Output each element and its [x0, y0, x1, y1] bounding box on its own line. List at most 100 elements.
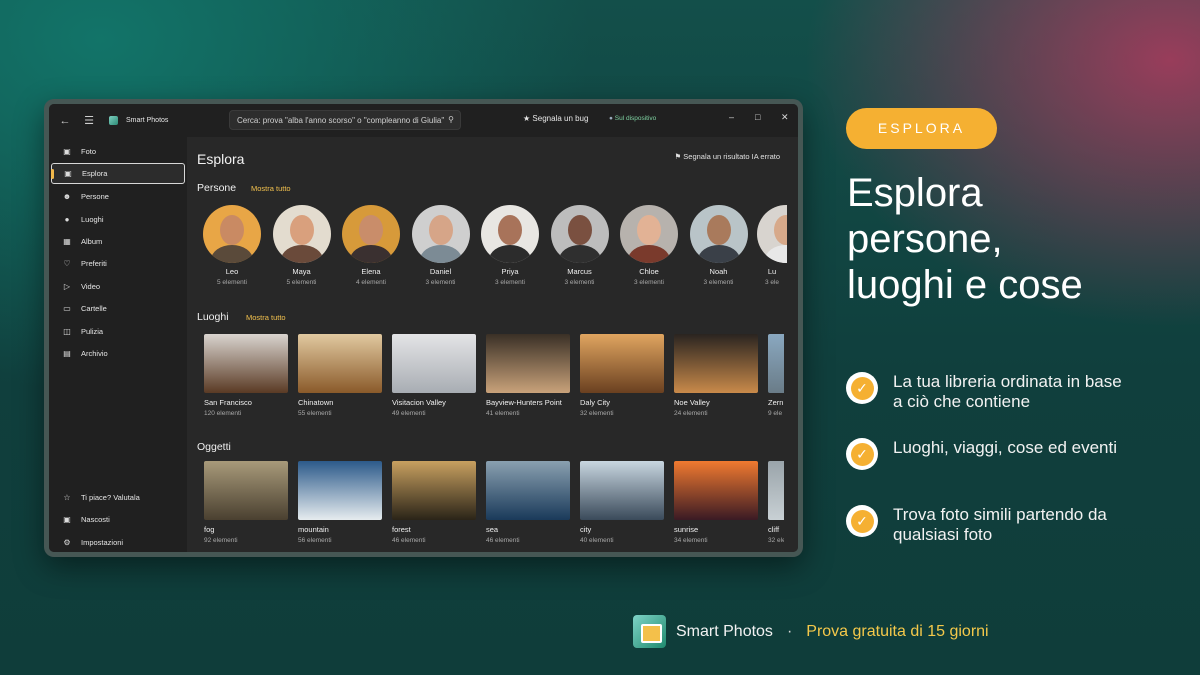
thumbnail-tile[interactable]: Visitacion Valley 49 elementi	[392, 334, 476, 417]
person-card[interactable]: Leo 5 elementi	[201, 205, 263, 286]
places-section-title: Luoghi	[197, 311, 229, 323]
tile-name: mountain	[298, 525, 329, 534]
hamburger-icon[interactable]: ☰	[77, 114, 101, 127]
thumbnail-tile[interactable]: sea 46 elementi	[486, 461, 570, 544]
person-card[interactable]: Priya 3 elementi	[479, 205, 541, 286]
back-arrow-icon[interactable]: ←	[53, 115, 77, 127]
image-icon: ▣	[63, 147, 71, 156]
person-count: 3 elementi	[425, 279, 456, 286]
sidebar-item-luoghi[interactable]: ● Luoghi	[51, 209, 185, 230]
person-name: Maya	[292, 267, 311, 276]
person-count: 3 elementi	[495, 279, 525, 286]
sidebar-item-label: Cartelle	[81, 304, 107, 313]
thumbnail-tile[interactable]: Bayview-Hunters Point 41 elementi	[486, 334, 570, 417]
report-bug-button[interactable]: ★ Segnala un bug	[523, 114, 588, 123]
sidebar-item-esplora[interactable]: ▣ Esplora	[51, 163, 185, 184]
person-card[interactable]: Elena 4 elementi	[340, 205, 402, 286]
person-count: 3 ele	[764, 279, 780, 286]
tile-name: cliff	[768, 525, 780, 534]
person-count: 3 elementi	[634, 279, 664, 286]
headline-line: luoghi e cose	[847, 263, 1083, 307]
lock-icon: ●	[609, 115, 613, 122]
thumbnail-tile[interactable]: mountain 56 elementi	[298, 461, 382, 544]
flag-icon: ⚑	[674, 152, 682, 161]
person-card[interactable]: Maya 5 elementi	[271, 205, 333, 286]
places-show-all-link[interactable]: Mostra tutto	[246, 313, 286, 322]
thumbnail-image	[580, 461, 664, 520]
tile-count: 32 elementi	[580, 410, 614, 417]
sidebar-item-label: Video	[81, 282, 101, 291]
sidebar-item-settings[interactable]: ⚙ Impostazioni	[51, 532, 185, 552]
tile-count: 9 ele	[768, 410, 783, 417]
tile-count: 46 elementi	[392, 537, 426, 544]
sidebar-item-pulizia[interactable]: ◫ Pulizia	[51, 321, 185, 342]
minimize-icon[interactable]: –	[729, 112, 734, 122]
page-title: Esplora	[197, 151, 245, 167]
app-title: Smart Photos	[126, 117, 169, 124]
sidebar-item-preferiti[interactable]: ♡ Preferiti	[51, 253, 185, 274]
thumbnail-tile[interactable]: cliff 32 ele	[768, 461, 784, 544]
thumbnail-image	[768, 334, 784, 393]
folder-icon: ▭	[63, 304, 71, 313]
people-show-all-link[interactable]: Mostra tutto	[251, 184, 291, 193]
headline-line: persone,	[847, 217, 1003, 261]
thumbnail-tile[interactable]: forest 46 elementi	[392, 461, 476, 544]
tile-name: Visitacion Valley	[392, 398, 446, 407]
tile-count: 32 ele	[768, 537, 784, 544]
thumbnail-image	[392, 461, 476, 520]
tile-name: Noe Valley	[674, 398, 710, 407]
report-bug-label: Segnala un bug	[532, 114, 589, 123]
thumbnail-tile[interactable]: San Francisco 120 elementi	[204, 334, 288, 417]
section-pill: ESPLORA	[846, 108, 997, 149]
sidebar-item-foto[interactable]: ▣ Foto	[51, 141, 185, 162]
close-icon[interactable]: ✕	[781, 112, 789, 123]
people-section-title: Persone	[197, 182, 237, 194]
thumbnail-tile[interactable]: sunrise 34 elementi	[674, 461, 758, 544]
tile-count: 55 elementi	[298, 410, 332, 417]
thumbnail-tile[interactable]: Zern 9 ele	[768, 334, 784, 417]
person-card[interactable]: Lu 3 ele	[757, 205, 787, 286]
feature-bullet: ✓ Luoghi, viaggi, cose ed eventi	[846, 438, 1143, 470]
tile-name: Zern	[768, 398, 784, 407]
tile-name: sunrise	[674, 525, 699, 534]
gear-icon: ⚙	[63, 538, 71, 547]
person-card[interactable]: Chloe 3 elementi	[618, 205, 680, 286]
sidebar-item-label: Ti piace? Valutala	[81, 493, 140, 502]
thumbnail-tile[interactable]: Daly City 32 elementi	[580, 334, 664, 417]
sidebar-item-cartelle[interactable]: ▭ Cartelle	[51, 298, 185, 319]
thumbnail-image	[392, 334, 476, 393]
sidebar-item-label: Archivio	[81, 349, 108, 358]
sidebar-item-persone[interactable]: ☻ Persone	[51, 186, 185, 207]
thumbnail-tile[interactable]: Chinatown 55 elementi	[298, 334, 382, 417]
thumbnail-tile[interactable]: city 40 elementi	[580, 461, 664, 544]
app-logo	[109, 116, 118, 125]
person-card[interactable]: Daniel 3 elementi	[410, 205, 472, 286]
thumbnail-tile[interactable]: fog 92 elementi	[204, 461, 288, 544]
sidebar-item-hidden[interactable]: ▣ Nascosti	[51, 509, 185, 530]
report-ai-button[interactable]: ⚑ Segnala un risultato IA errato	[674, 152, 780, 161]
tile-name: Daly City	[580, 398, 611, 407]
avatar	[757, 205, 787, 263]
sidebar-item-rate[interactable]: ☆ Ti piace? Valutala	[51, 487, 185, 508]
thumbnail-tile[interactable]: Noe Valley 24 elementi	[674, 334, 758, 417]
tile-name: fog	[204, 525, 215, 534]
person-card[interactable]: Marcus 3 elementi	[549, 205, 611, 286]
people-icon: ☻	[62, 192, 72, 201]
search-input[interactable]: Cerca: prova "alba l'anno scorso" o "com…	[229, 110, 461, 130]
sidebar-item-album[interactable]: ▦ Album	[51, 231, 185, 252]
search-icon[interactable]: ⚲	[448, 115, 454, 124]
avatar	[203, 205, 261, 263]
maximize-icon[interactable]: □	[755, 112, 760, 122]
lock-icon: ▣	[63, 515, 71, 524]
tile-count: 40 elementi	[580, 537, 614, 544]
tile-name: Bayview-Hunters Point	[486, 398, 562, 407]
bug-icon: ★	[523, 114, 531, 123]
sidebar-item-label: Impostazioni	[81, 538, 124, 547]
person-card[interactable]: Noah 3 elementi	[688, 205, 750, 286]
tile-count: 49 elementi	[392, 410, 426, 417]
sidebar-item-label: Preferiti	[81, 259, 107, 268]
sidebar-item-video[interactable]: ▷ Video	[51, 276, 185, 297]
sidebar-item-archivio[interactable]: ▤ Archivio	[51, 343, 185, 364]
tile-name: Chinatown	[298, 398, 334, 407]
footer-trial: Prova gratuita di 15 giorni	[806, 622, 989, 640]
